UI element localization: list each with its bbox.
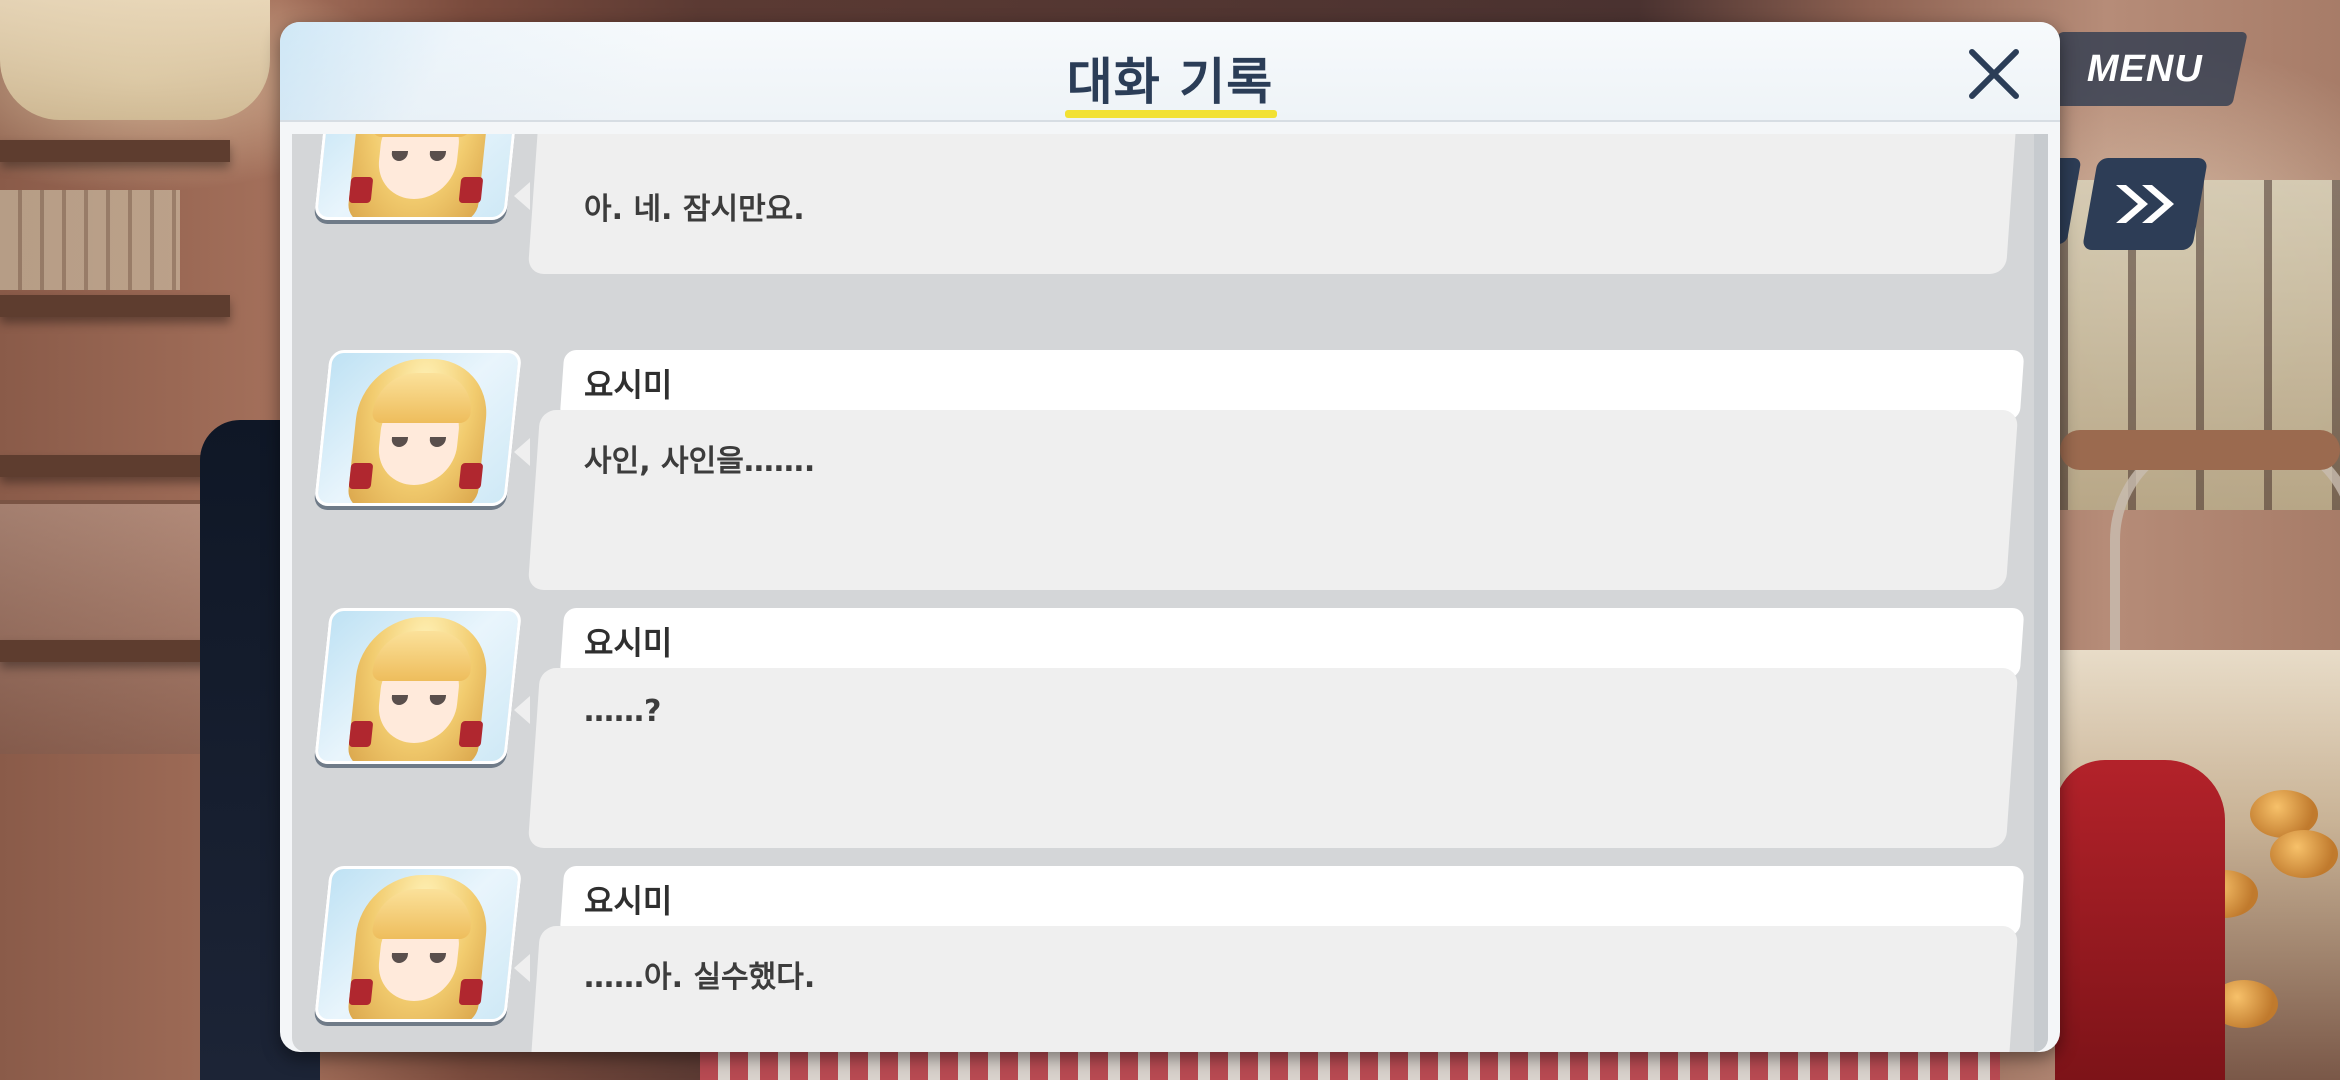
skip-button[interactable] (2081, 158, 2209, 250)
speaker-portrait (313, 608, 523, 764)
bread-icon (2270, 830, 2338, 878)
double-chevron-right-icon (2116, 185, 2174, 223)
table (2060, 430, 2340, 470)
dialog-text: ……? (584, 694, 662, 729)
shelf (0, 640, 230, 662)
speech-pointer (514, 954, 530, 982)
dialog-title: 대화 기록 (1066, 53, 1274, 111)
log-entry: 아. 네. 잠시만요. (292, 134, 2048, 292)
speaker-name: 요시미 (584, 882, 673, 920)
dialog-text-card (527, 668, 2019, 848)
dialog-history-window: 대화 기록 아. 네. 잠시만요. 요시미 사인, 사인을……. 요시미 ……?… (280, 22, 2060, 1052)
close-icon (1969, 49, 2019, 99)
speaker-portrait (313, 350, 523, 506)
close-button[interactable] (1960, 40, 2028, 108)
display-case (0, 500, 210, 754)
speaker-portrait (313, 134, 523, 220)
character-red-outfit (2055, 760, 2225, 1080)
speech-pointer (514, 182, 530, 210)
floor-pattern (700, 1050, 2000, 1080)
dialog-text: ……아. 실수했다. (584, 960, 816, 995)
log-entry: 요시미 ……? (292, 608, 2048, 866)
dialog-text: 아. 네. 잠시만요. (584, 192, 805, 227)
log-entry: 요시미 사인, 사인을……. (292, 350, 2048, 608)
speaker-portrait (313, 866, 523, 1022)
log-entry: 요시미 ……아. 실수했다. (292, 866, 2048, 1052)
shelf (0, 140, 230, 162)
speaker-name: 요시미 (584, 366, 673, 404)
scroll-track[interactable] (2034, 134, 2048, 1052)
speech-pointer (514, 438, 530, 466)
menu-button[interactable]: MENU (2042, 32, 2248, 106)
title-underline (1065, 110, 1277, 118)
menu-label: MENU (2087, 47, 2203, 90)
dialog-log-list[interactable]: 아. 네. 잠시만요. 요시미 사인, 사인을……. 요시미 ……? 요시미 …… (292, 134, 2048, 1052)
shelf (0, 295, 230, 317)
shelf (0, 455, 230, 477)
speech-pointer (514, 696, 530, 724)
bookshelf-books (0, 190, 180, 290)
dialog-text: 사인, 사인을……. (584, 444, 816, 479)
speaker-name: 요시미 (584, 624, 673, 662)
ceiling-lamp (0, 0, 270, 120)
dialog-header: 대화 기록 (280, 22, 2060, 122)
